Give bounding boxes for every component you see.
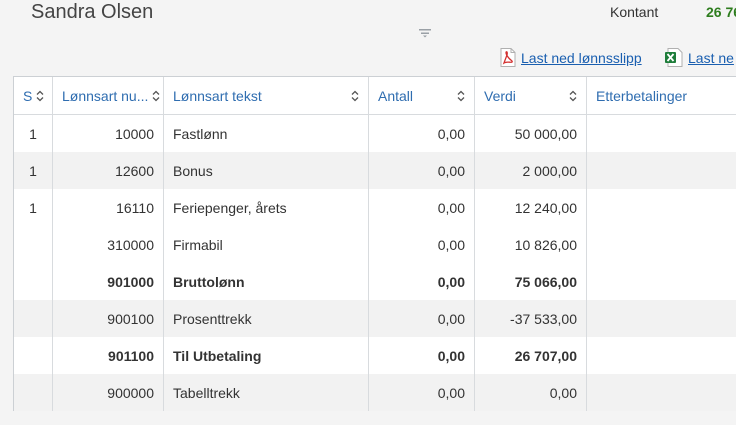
cell-s bbox=[14, 300, 53, 337]
cell-tekst: Tabelltrekk bbox=[164, 374, 369, 411]
download-excel-link[interactable]: Last ne bbox=[665, 48, 734, 67]
column-header-verdi[interactable]: Verdi bbox=[475, 77, 587, 115]
cell-tekst: Til Utbetaling bbox=[164, 337, 369, 374]
cell-antall: 0,00 bbox=[369, 337, 475, 374]
cell-nr: 901000 bbox=[53, 263, 164, 300]
cell-tekst: Feriepenger, årets bbox=[164, 189, 369, 226]
cell-etterbetalinger bbox=[587, 189, 736, 226]
cell-tekst: Prosenttrekk bbox=[164, 300, 369, 337]
cell-verdi: 10 826,00 bbox=[475, 226, 587, 263]
table-row[interactable]: 901000 Bruttolønn 0,00 75 066,00 bbox=[14, 263, 736, 300]
cell-nr: 900100 bbox=[53, 300, 164, 337]
cell-verdi: 75 066,00 bbox=[475, 263, 587, 300]
cell-etterbetalinger bbox=[587, 337, 736, 374]
cell-nr: 900000 bbox=[53, 374, 164, 411]
column-header-antall[interactable]: Antall bbox=[369, 77, 475, 115]
cell-verdi: 2 000,00 bbox=[475, 152, 587, 189]
table-row[interactable]: 310000 Firmabil 0,00 10 826,00 bbox=[14, 226, 736, 263]
cell-nr: 310000 bbox=[53, 226, 164, 263]
cell-tekst: Fastlønn bbox=[164, 115, 369, 152]
download-payslip-link[interactable]: Last ned lønnsslipp bbox=[500, 48, 642, 67]
cell-etterbetalinger bbox=[587, 152, 736, 189]
cell-tekst: Firmabil bbox=[164, 226, 369, 263]
cell-etterbetalinger bbox=[587, 115, 736, 152]
sort-icon[interactable] bbox=[457, 90, 465, 102]
filter-lines-icon[interactable] bbox=[419, 28, 431, 38]
cell-tekst: Bruttolønn bbox=[164, 263, 369, 300]
cell-antall: 0,00 bbox=[369, 374, 475, 411]
cell-s bbox=[14, 337, 53, 374]
payroll-lines-table: S Lønnsart nu... Lønnsart tekst Antall V… bbox=[13, 76, 736, 411]
cell-verdi: 26 707,00 bbox=[475, 337, 587, 374]
column-header-etterbetalinger[interactable]: Etterbetalinger bbox=[587, 77, 736, 115]
cell-etterbetalinger bbox=[587, 374, 736, 411]
cell-antall: 0,00 bbox=[369, 115, 475, 152]
cell-nr: 901100 bbox=[53, 337, 164, 374]
excel-icon bbox=[665, 48, 683, 67]
table-row[interactable]: 1 12600 Bonus 0,00 2 000,00 bbox=[14, 152, 736, 189]
download-excel-label: Last ne bbox=[688, 49, 734, 66]
cell-nr: 10000 bbox=[53, 115, 164, 152]
column-header-lonnsart-nummer[interactable]: Lønnsart nu... bbox=[53, 77, 164, 115]
cell-antall: 0,00 bbox=[369, 189, 475, 226]
cell-etterbetalinger bbox=[587, 263, 736, 300]
table-row[interactable]: 1 10000 Fastlønn 0,00 50 000,00 bbox=[14, 115, 736, 152]
sort-icon[interactable] bbox=[569, 90, 577, 102]
cell-verdi: 0,00 bbox=[475, 374, 587, 411]
kontant-label: Kontant bbox=[610, 4, 659, 20]
kontant-value: 26 76 bbox=[706, 4, 736, 20]
cell-etterbetalinger bbox=[587, 226, 736, 263]
employee-name: Sandra Olsen bbox=[31, 1, 154, 23]
cell-etterbetalinger bbox=[587, 300, 736, 337]
cell-nr: 16110 bbox=[53, 189, 164, 226]
cell-s bbox=[14, 226, 53, 263]
table-row[interactable]: 900000 Tabelltrekk 0,00 0,00 bbox=[14, 374, 736, 411]
sort-icon[interactable] bbox=[351, 90, 359, 102]
column-header-s[interactable]: S bbox=[14, 77, 53, 115]
download-payslip-label: Last ned lønnsslipp bbox=[521, 49, 642, 66]
cell-s bbox=[14, 263, 53, 300]
table-row[interactable]: 900100 Prosenttrekk 0,00 -37 533,00 bbox=[14, 300, 736, 337]
cell-verdi: 12 240,00 bbox=[475, 189, 587, 226]
cell-s: 1 bbox=[14, 189, 53, 226]
table-body: 1 10000 Fastlønn 0,00 50 000,00 1 12600 Bonus 0,… bbox=[14, 115, 736, 411]
cell-tekst: Bonus bbox=[164, 152, 369, 189]
cell-antall: 0,00 bbox=[369, 226, 475, 263]
cell-s: 1 bbox=[14, 152, 53, 189]
cell-antall: 0,00 bbox=[369, 152, 475, 189]
cell-s bbox=[14, 374, 53, 411]
table-row[interactable]: 901100 Til Utbetaling 0,00 26 707,00 bbox=[14, 337, 736, 374]
sort-icon[interactable] bbox=[152, 90, 160, 102]
cell-verdi: 50 000,00 bbox=[475, 115, 587, 152]
cell-verdi: -37 533,00 bbox=[475, 300, 587, 337]
cell-antall: 0,00 bbox=[369, 263, 475, 300]
sort-icon[interactable] bbox=[36, 90, 44, 102]
cell-s: 1 bbox=[14, 115, 53, 152]
table-header-row: S Lønnsart nu... Lønnsart tekst Antall V… bbox=[14, 77, 736, 115]
cell-nr: 12600 bbox=[53, 152, 164, 189]
pdf-icon bbox=[500, 48, 516, 67]
table-row[interactable]: 1 16110 Feriepenger, årets 0,00 12 240,00 bbox=[14, 189, 736, 226]
column-header-lonnsart-tekst[interactable]: Lønnsart tekst bbox=[164, 77, 369, 115]
cell-antall: 0,00 bbox=[369, 300, 475, 337]
